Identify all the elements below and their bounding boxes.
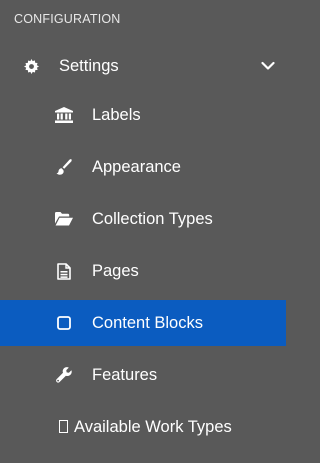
sidebar-item-available-work-types[interactable]: Available Work Types: [0, 404, 286, 450]
admin-sidebar: CONFIGURATION Settings Labels Appearance…: [0, 0, 296, 463]
sidebar-item-collection-types[interactable]: Collection Types: [0, 196, 286, 242]
section-heading: CONFIGURATION: [14, 12, 121, 26]
sidebar-item-label: Features: [92, 365, 158, 384]
folder-open-icon: [54, 209, 74, 229]
sidebar-item-label-wrap: Available Work Types: [59, 418, 232, 437]
sidebar-item-features[interactable]: Features: [0, 352, 286, 398]
sidebar-item-pages[interactable]: Pages: [0, 248, 286, 294]
sidebar-item-label: Available Work Types: [74, 417, 232, 436]
sidebar-item-label: Content Blocks: [92, 313, 203, 332]
sidebar-item-label: Labels: [92, 105, 141, 124]
bank-icon: [54, 105, 74, 125]
sidebar-item-label: Settings: [59, 56, 119, 75]
sidebar-item-label: Pages: [92, 261, 139, 280]
missing-glyph-icon: [59, 419, 68, 433]
wrench-icon: [54, 365, 74, 385]
file-text-icon: [54, 261, 74, 281]
sidebar-item-content-blocks[interactable]: Content Blocks: [0, 300, 286, 346]
sidebar-item-settings[interactable]: Settings: [0, 43, 286, 89]
paintbrush-icon: [54, 157, 74, 177]
sidebar-item-labels[interactable]: Labels: [0, 92, 286, 138]
sidebar-item-label: Collection Types: [92, 209, 213, 228]
sidebar-item-appearance[interactable]: Appearance: [0, 144, 286, 190]
chevron-down-icon[interactable]: [260, 58, 276, 74]
square-outline-icon: [54, 313, 74, 333]
sidebar-item-label: Appearance: [92, 157, 181, 176]
gear-icon: [21, 56, 41, 76]
